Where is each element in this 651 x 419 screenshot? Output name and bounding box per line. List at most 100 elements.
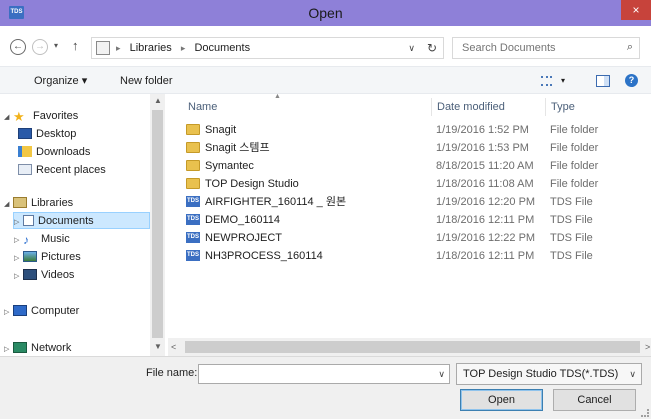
nav-pane-scrollbar[interactable]: ▲ ▼ [150, 94, 165, 356]
nav-item-music[interactable]: ▷ ♪ Music [14, 231, 70, 248]
file-row[interactable]: TDS AIRFIGHTER_160114 _ 원본 1/19/2016 12:… [168, 193, 651, 211]
filter-dropdown-icon[interactable]: ∨ [629, 364, 636, 384]
scroll-right-arrow-icon[interactable]: > [645, 338, 650, 356]
column-header-date-modified[interactable]: Date modified [437, 100, 505, 114]
collapse-arrow-icon[interactable]: ◢ [4, 196, 13, 213]
nav-scroll-thumb[interactable] [152, 110, 163, 338]
nav-computer-label: Computer [31, 305, 80, 317]
search-icon[interactable]: ⌕ [627, 41, 633, 54]
scroll-left-arrow-icon[interactable]: < [171, 338, 176, 356]
videos-icon [23, 269, 37, 280]
file-type: TDS File [550, 196, 593, 208]
file-name-label: File name: [146, 367, 198, 379]
address-bar[interactable]: ▸ Libraries ▸ Documents ∨ ↻ [91, 37, 444, 59]
search-input[interactable] [453, 38, 613, 58]
forward-arrow-icon[interactable]: → [32, 39, 48, 55]
file-type: TDS File [550, 232, 593, 244]
preview-pane-icon[interactable] [596, 75, 610, 87]
file-name: TOP Design Studio [205, 178, 299, 190]
nav-network[interactable]: ▷ Network [4, 340, 71, 356]
up-level-arrow-icon[interactable]: ↑ [72, 38, 79, 53]
command-toolbar: Organize ▾ New folder ▾ ? [0, 66, 651, 94]
file-row[interactable]: Symantec 8/18/2015 11:20 AM File folder [168, 157, 651, 175]
favorites-star-icon: ★ [13, 109, 25, 124]
help-icon[interactable]: ? [625, 74, 638, 87]
column-header-type[interactable]: Type [551, 100, 575, 114]
file-row[interactable]: Snagit 1/19/2016 1:52 PM File folder [168, 121, 651, 139]
nav-libraries[interactable]: ◢ Libraries [4, 195, 73, 212]
refresh-icon[interactable]: ↻ [427, 38, 437, 58]
address-dropdown-icon[interactable]: ∨ [408, 38, 415, 58]
file-name: Snagit 스템프 [205, 142, 270, 154]
recent-locations-chevron-icon[interactable]: ▾ [54, 41, 58, 50]
horizontal-scroll-thumb[interactable] [185, 341, 640, 353]
search-box[interactable]: ⌕ [452, 37, 640, 59]
file-name: NH3PROCESS_160114 [205, 250, 323, 262]
breadcrumb-separator-icon[interactable]: ▸ [181, 43, 186, 53]
file-type: File folder [550, 178, 599, 190]
view-options-dropdown-icon[interactable]: ▾ [561, 67, 565, 95]
breadcrumb-separator-icon[interactable]: ▸ [116, 43, 121, 53]
file-type: TDS File [550, 214, 593, 226]
expand-arrow-icon[interactable]: ▷ [14, 232, 23, 249]
change-view-icon[interactable] [541, 76, 552, 86]
nav-item-label: Recent places [36, 164, 106, 176]
dialog-footer: File name: ∨ TOP Design Studio TDS(*.TDS… [0, 356, 651, 419]
file-name-input[interactable] [199, 365, 431, 383]
collapse-arrow-icon[interactable]: ◢ [4, 109, 13, 126]
nav-item-videos[interactable]: ▷ Videos [14, 267, 74, 284]
file-date: 8/18/2015 11:20 AM [436, 160, 534, 172]
tds-file-icon: TDS [186, 250, 200, 261]
file-row[interactable]: TOP Design Studio 1/18/2016 11:08 AM Fil… [168, 175, 651, 193]
nav-item-downloads[interactable]: Downloads [18, 144, 90, 161]
file-name-combo[interactable]: ∨ [198, 364, 450, 384]
breadcrumb-libraries[interactable]: Libraries [130, 42, 172, 54]
file-date: 1/18/2016 12:11 PM [436, 250, 535, 262]
nav-item-documents[interactable]: ▷ Documents [13, 212, 150, 229]
new-folder-button[interactable]: New folder [120, 67, 173, 95]
pictures-icon [23, 251, 37, 262]
desktop-icon [18, 128, 32, 139]
file-name: Symantec [205, 160, 254, 172]
file-row[interactable]: TDS NH3PROCESS_160114 1/18/2016 12:11 PM… [168, 247, 651, 265]
file-list: Name ▲ Date modified Type Snagit 1/19/20… [168, 93, 651, 338]
column-divider[interactable] [545, 98, 546, 116]
organize-menu-button[interactable]: Organize ▾ [34, 67, 87, 95]
close-button[interactable]: × [621, 0, 651, 20]
library-folder-icon [96, 41, 110, 55]
nav-item-label: Music [41, 233, 70, 245]
scroll-up-arrow-icon[interactable]: ▲ [154, 96, 162, 105]
resize-grip-icon[interactable] [641, 409, 649, 417]
column-divider[interactable] [431, 98, 432, 116]
file-name-dropdown-icon[interactable]: ∨ [438, 365, 445, 383]
folder-icon [186, 124, 200, 135]
expand-arrow-icon[interactable]: ▷ [4, 304, 13, 321]
documents-icon [23, 215, 34, 226]
breadcrumb-documents[interactable]: Documents [194, 42, 250, 54]
expand-arrow-icon[interactable]: ▷ [14, 268, 23, 285]
nav-favorites[interactable]: ◢ ★ Favorites [4, 108, 78, 125]
file-row[interactable]: Snagit 스템프 1/19/2016 1:53 PM File folder [168, 139, 651, 157]
nav-computer[interactable]: ▷ Computer [4, 303, 79, 320]
file-row[interactable]: TDS NEWPROJECT 1/19/2016 12:22 PM TDS Fi… [168, 229, 651, 247]
back-arrow-icon[interactable]: ← [10, 39, 26, 55]
open-button[interactable]: Open [460, 389, 543, 411]
title-bar: TDS Open × [0, 0, 651, 26]
folder-icon [186, 178, 200, 189]
nav-item-label: Downloads [36, 146, 91, 158]
file-row[interactable]: TDS DEMO_160114 1/18/2016 12:11 PM TDS F… [168, 211, 651, 229]
scroll-down-arrow-icon[interactable]: ▼ [154, 342, 162, 351]
cancel-button[interactable]: Cancel [553, 389, 636, 411]
nav-item-recent-places[interactable]: Recent places [18, 162, 106, 179]
file-list-horizontal-scrollbar[interactable]: < > [168, 338, 651, 356]
tds-file-icon: TDS [186, 214, 200, 225]
nav-item-desktop[interactable]: Desktop [18, 126, 76, 143]
expand-arrow-icon[interactable]: ▷ [14, 214, 23, 231]
nav-favorites-label: Favorites [33, 110, 79, 122]
file-type-filter-select[interactable]: TOP Design Studio TDS(*.TDS) ∨ [456, 363, 642, 385]
folder-icon [186, 160, 200, 171]
nav-item-pictures[interactable]: ▷ Pictures [14, 249, 81, 266]
column-header-name[interactable]: Name [188, 100, 217, 114]
expand-arrow-icon[interactable]: ▷ [4, 341, 13, 356]
expand-arrow-icon[interactable]: ▷ [14, 250, 23, 267]
